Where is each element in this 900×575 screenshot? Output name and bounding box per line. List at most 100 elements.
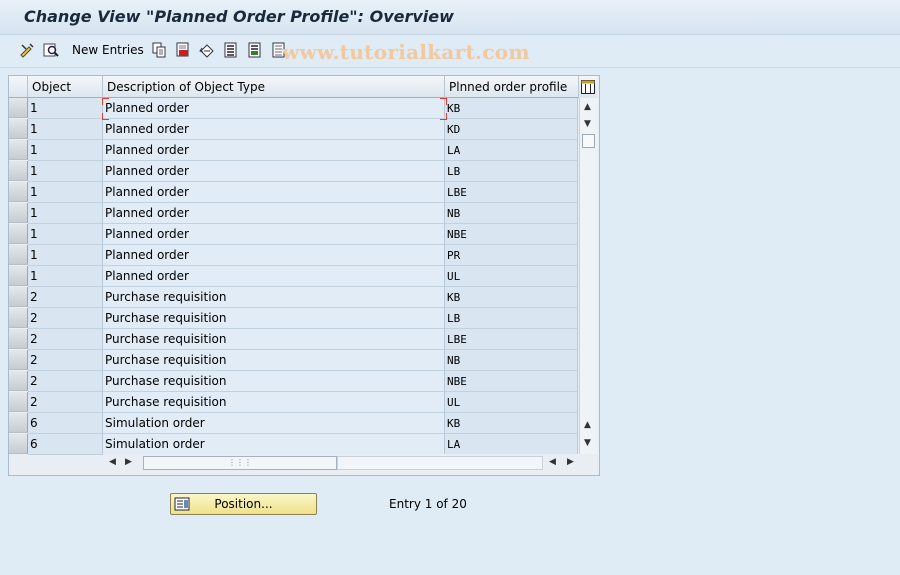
cell-profile[interactable]: LA (445, 140, 578, 161)
row-selector[interactable] (9, 308, 28, 328)
cell-description: Simulation order (103, 413, 445, 434)
cell-description: Purchase requisition (103, 350, 445, 371)
select-all-header[interactable] (9, 76, 28, 98)
cell-profile[interactable]: NB (445, 203, 578, 224)
table-row[interactable]: 1 Planned order LBE (9, 182, 578, 203)
column-header-profile[interactable]: Plnned order profile (445, 76, 579, 98)
table-row[interactable]: 6 Simulation order KB (9, 413, 578, 434)
row-selector[interactable] (9, 119, 28, 139)
cell-object: 1 (28, 119, 103, 140)
table-settings-icon[interactable] (579, 76, 597, 99)
cell-description: Planned order (103, 140, 445, 161)
row-selector[interactable] (9, 224, 28, 244)
table-row[interactable]: 1 Planned order KB (9, 98, 578, 119)
cell-description: Purchase requisition (103, 371, 445, 392)
scroll-left-icon[interactable]: ◀ (109, 457, 116, 467)
row-selector[interactable] (9, 413, 28, 433)
table-row[interactable]: 1 Planned order NB (9, 203, 578, 224)
column-header-object[interactable]: Object (28, 76, 103, 98)
title-bar: Change View "Planned Order Profile": Ove… (0, 0, 900, 35)
cell-profile[interactable]: KB (445, 98, 578, 119)
cell-profile[interactable]: KB (445, 287, 578, 308)
cell-object: 2 (28, 392, 103, 413)
row-selector[interactable] (9, 371, 28, 391)
cell-object: 6 (28, 434, 103, 455)
delete-icon[interactable] (174, 41, 192, 59)
cell-profile[interactable]: NB (445, 350, 578, 371)
focus-corner-tr (440, 98, 447, 105)
cell-object: 1 (28, 245, 103, 266)
scroll-up-icon[interactable]: ▲ (584, 102, 591, 112)
row-selector[interactable] (9, 203, 28, 223)
row-selector[interactable] (9, 392, 28, 412)
details-icon[interactable] (42, 41, 60, 59)
table-row[interactable]: 1 Planned order KD (9, 119, 578, 140)
cell-profile[interactable]: LBE (445, 182, 578, 203)
scroll-thumb[interactable] (582, 134, 595, 148)
position-button[interactable]: Position... (170, 493, 317, 515)
cell-profile[interactable]: PR (445, 245, 578, 266)
table-row[interactable]: 1 Planned order LB (9, 161, 578, 182)
row-selector[interactable] (9, 329, 28, 349)
cell-profile[interactable]: KB (445, 413, 578, 434)
cell-profile[interactable]: LA (445, 434, 578, 455)
table-row[interactable]: 2 Purchase requisition KB (9, 287, 578, 308)
page-down-icon[interactable]: ▼ (584, 438, 591, 448)
table-row[interactable]: 1 Planned order UL (9, 266, 578, 287)
row-selector[interactable] (9, 182, 28, 202)
copy-icon[interactable] (150, 41, 168, 59)
select-all-icon[interactable] (222, 41, 240, 59)
table-row[interactable]: 2 Purchase requisition NB (9, 350, 578, 371)
cell-object: 6 (28, 413, 103, 434)
cell-object: 1 (28, 98, 103, 119)
cell-description: Purchase requisition (103, 329, 445, 350)
horizontal-scroll-track[interactable] (337, 456, 543, 470)
scroll-left-end-icon[interactable]: ◀ (549, 457, 556, 467)
cell-profile[interactable]: UL (445, 266, 578, 287)
table-row[interactable]: 2 Purchase requisition NBE (9, 371, 578, 392)
horizontal-scrollbar[interactable]: ◀ ▶ ⋮⋮⋮ ◀ ▶ (103, 454, 579, 474)
row-selector[interactable] (9, 140, 28, 160)
scroll-down-icon[interactable]: ▼ (584, 119, 591, 129)
cell-description: Simulation order (103, 434, 445, 455)
table-row[interactable]: 1 Planned order PR (9, 245, 578, 266)
page-up-icon[interactable]: ▲ (584, 420, 591, 430)
table-row[interactable]: 1 Planned order LA (9, 140, 578, 161)
row-selector[interactable] (9, 98, 28, 118)
cell-description: Planned order (103, 98, 445, 119)
undo-icon[interactable] (198, 41, 216, 59)
row-selector[interactable] (9, 266, 28, 286)
window-title: Change View "Planned Order Profile": Ove… (24, 7, 454, 26)
cell-profile[interactable]: LB (445, 161, 578, 182)
column-header-description[interactable]: Description of Object Type (103, 76, 445, 98)
table-row[interactable]: 2 Purchase requisition LB (9, 308, 578, 329)
row-selector[interactable] (9, 161, 28, 181)
new-entries-button[interactable]: New Entries (72, 43, 144, 57)
display-change-icon[interactable] (18, 41, 36, 59)
cell-profile[interactable]: NBE (445, 371, 578, 392)
table-row[interactable]: 6 Simulation order LA (9, 434, 578, 455)
scroll-right-icon[interactable]: ▶ (125, 457, 132, 467)
cell-profile[interactable]: LB (445, 308, 578, 329)
cell-profile[interactable]: NBE (445, 224, 578, 245)
select-block-icon[interactable] (246, 41, 264, 59)
row-selector[interactable] (9, 434, 28, 454)
vertical-scrollbar[interactable]: ▲ ▼ ▲ ▼ (579, 98, 598, 454)
cell-profile[interactable]: KD (445, 119, 578, 140)
cell-description: Planned order (103, 203, 445, 224)
row-selector[interactable] (9, 287, 28, 307)
table-row[interactable]: 1 Planned order NBE (9, 224, 578, 245)
cell-profile[interactable]: LBE (445, 329, 578, 350)
position-button-label: Position... (214, 497, 273, 511)
horizontal-scroll-thumb[interactable]: ⋮⋮⋮ (143, 456, 337, 470)
cell-description: Purchase requisition (103, 308, 445, 329)
scroll-right-end-icon[interactable]: ▶ (567, 457, 574, 467)
cell-object: 1 (28, 182, 103, 203)
table-row[interactable]: 2 Purchase requisition LBE (9, 329, 578, 350)
row-selector[interactable] (9, 245, 28, 265)
table-row[interactable]: 2 Purchase requisition UL (9, 392, 578, 413)
cell-object: 2 (28, 329, 103, 350)
cell-object: 1 (28, 203, 103, 224)
row-selector[interactable] (9, 350, 28, 370)
cell-profile[interactable]: UL (445, 392, 578, 413)
